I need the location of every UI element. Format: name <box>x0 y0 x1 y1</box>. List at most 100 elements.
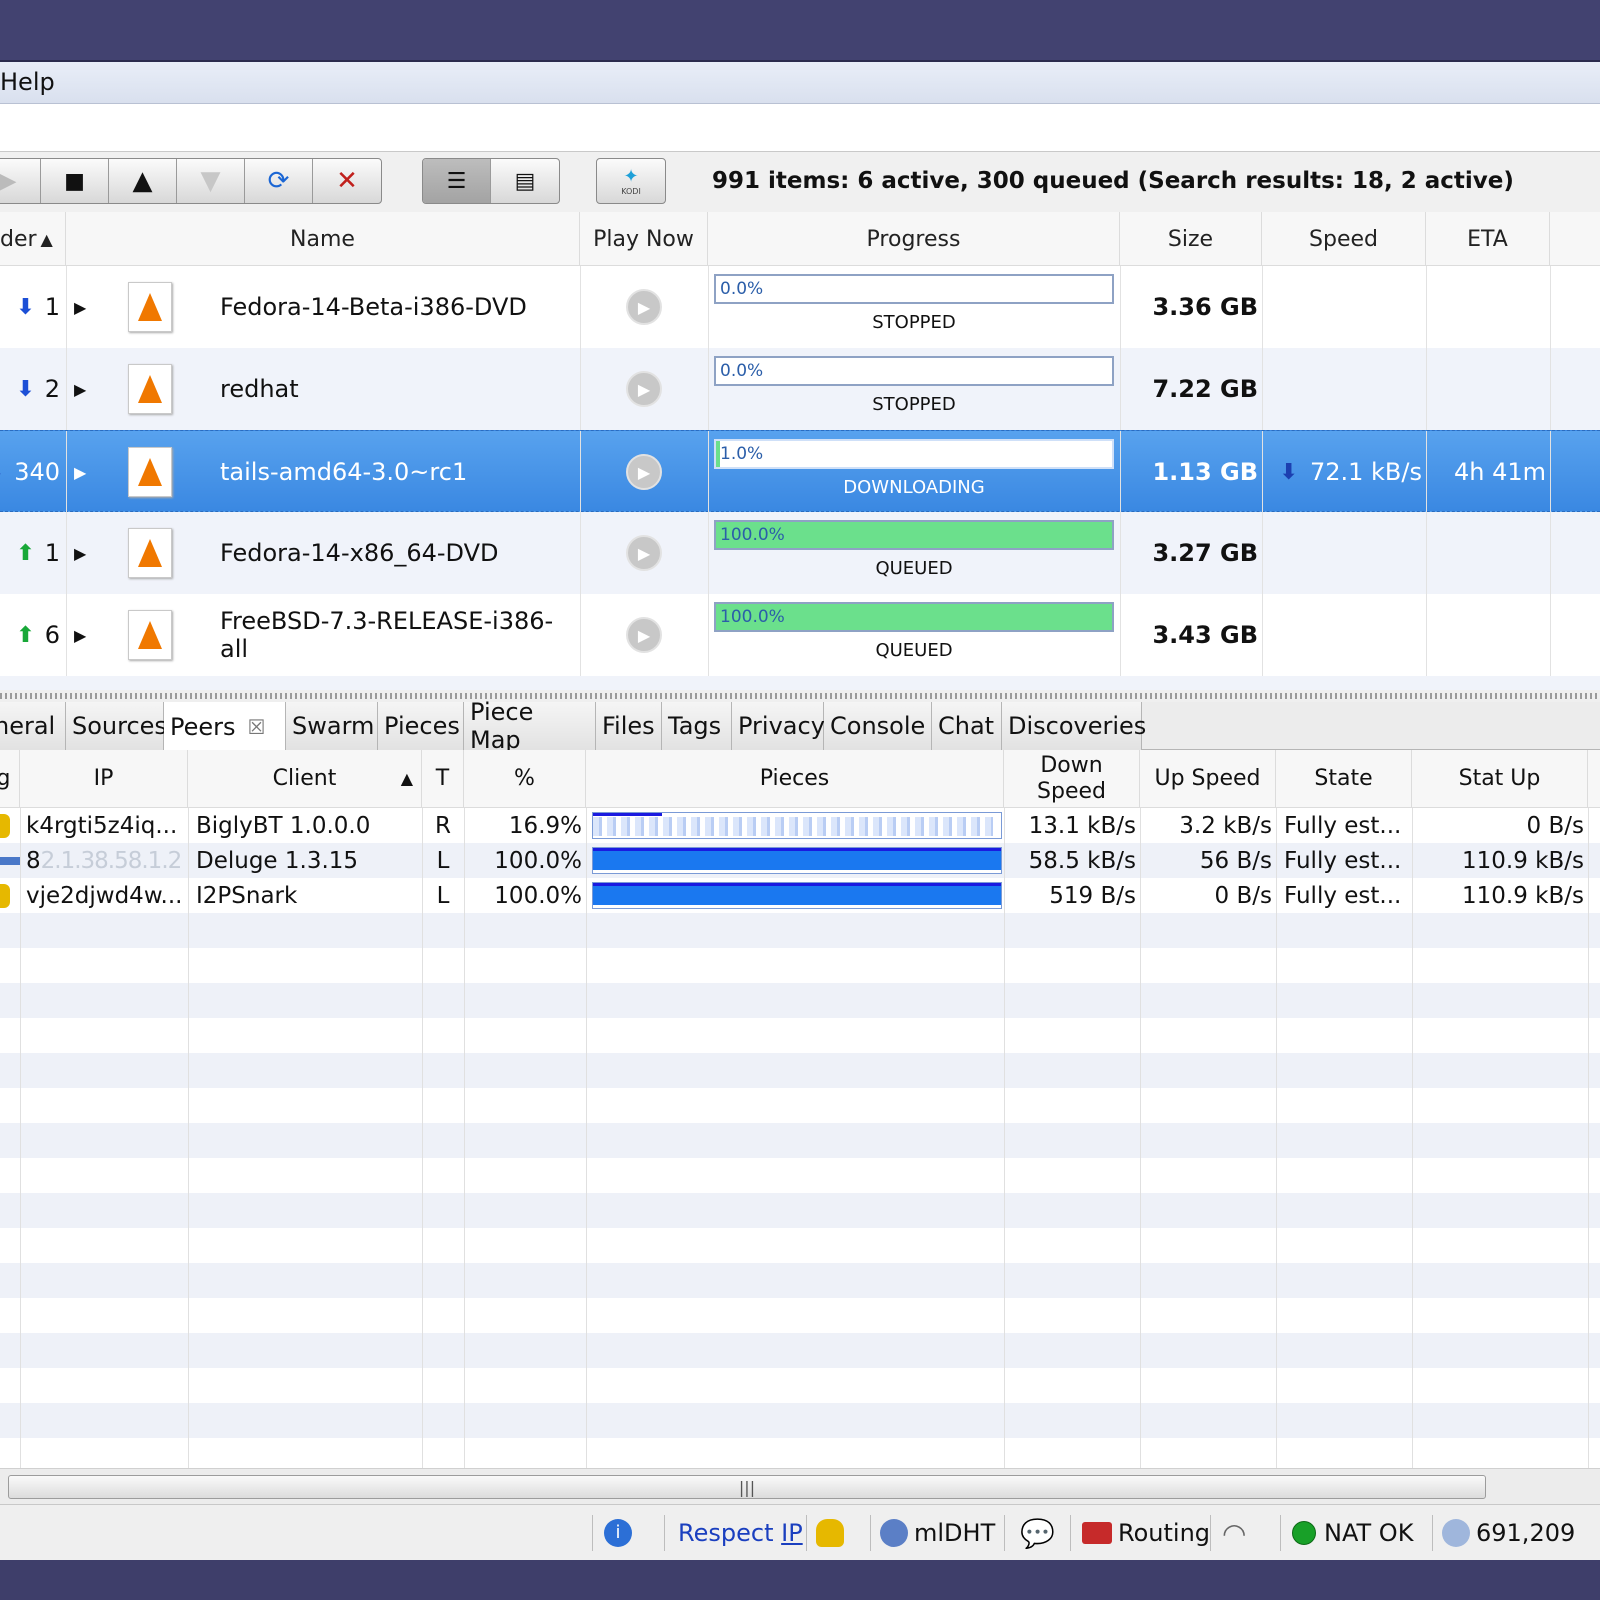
order-cell: ⬆ 6 <box>10 594 60 676</box>
torrent-row[interactable]: ⬇ 2 ▶ redhat ▶ 0.0% STOPPED 7.22 GB <box>0 348 1600 430</box>
empty-row <box>0 1018 1600 1053</box>
chat-status[interactable]: 💬 <box>1020 1505 1055 1561</box>
play-icon: ▶ <box>0 166 17 196</box>
play-now-button[interactable]: ▶ <box>580 266 708 348</box>
peer-down-speed: 58.5 kB/s <box>1004 843 1136 878</box>
torrent-row[interactable]: ⬆ 6 ▶ FreeBSD-7.3-RELEASE-i386-all ▶ 100.0% QU… <box>0 594 1600 676</box>
vlc-file-icon <box>128 364 172 414</box>
cone-icon <box>138 539 162 567</box>
speed-cell <box>1262 512 1422 594</box>
tab-privacy[interactable]: Privacy <box>732 702 825 750</box>
col-play-now[interactable]: Play Now <box>580 212 708 266</box>
dht-status[interactable]: mlDHT <box>880 1505 995 1561</box>
expand-toggle[interactable]: ▶ <box>74 512 94 594</box>
col-state[interactable]: State <box>1276 750 1412 808</box>
tab-pieces[interactable]: Pieces <box>378 702 464 750</box>
respect-ip-link[interactable]: Respect IP <box>678 1505 803 1561</box>
close-icon: ✕ <box>336 166 358 196</box>
col-type[interactable]: T <box>422 750 464 808</box>
expand-toggle[interactable]: ▶ <box>74 266 94 348</box>
status-divider <box>1210 1515 1211 1551</box>
close-tab-icon[interactable]: ☒ <box>248 715 266 739</box>
refresh-button[interactable]: ⟳ <box>245 159 313 203</box>
detailed-view-button[interactable]: ☰ <box>423 159 491 203</box>
play-now-button[interactable]: ▶ <box>580 348 708 430</box>
move-up-button[interactable]: ▲ <box>109 159 177 203</box>
empty-row <box>0 1333 1600 1368</box>
play-now-button[interactable]: ▶ <box>580 431 708 513</box>
col-up-speed[interactable]: Up Speed <box>1140 750 1276 808</box>
col-percent[interactable]: % <box>464 750 586 808</box>
col-stat-up[interactable]: Stat Up <box>1412 750 1588 808</box>
transfer-button-group: ▶ ■ ▲ ▼ ⟳ ✕ <box>0 158 382 204</box>
col-name[interactable]: Name <box>66 212 580 266</box>
expand-toggle[interactable]: ▶ <box>74 431 94 513</box>
tab-console[interactable]: Console <box>824 702 932 750</box>
i2p-status[interactable] <box>816 1505 850 1561</box>
torrent-row-partial[interactable] <box>0 676 1600 690</box>
remove-button[interactable]: ✕ <box>313 159 381 203</box>
col-speed-label: Speed <box>1309 226 1378 252</box>
torrent-row[interactable]: ⬇ 340 ▶ tails-amd64-3.0~rc1 ▶ 1.0% DOWNLOADING… <box>0 430 1600 513</box>
order-value: 340 <box>14 458 60 486</box>
tab-general[interactable]: neral <box>0 702 66 750</box>
torrent-row[interactable]: ⬆ 1 ▶ Fedora-14-x86_64-DVD ▶ 100.0% QUEUED 3.27… <box>0 512 1600 594</box>
play-button[interactable]: ▶ <box>0 159 41 203</box>
stop-button[interactable]: ■ <box>41 159 109 203</box>
expand-toggle[interactable]: ▶ <box>74 348 94 430</box>
tab-peers[interactable]: Peers ☒ <box>164 702 286 751</box>
move-down-button[interactable]: ▼ <box>177 159 245 203</box>
tab-sources[interactable]: Sources <box>66 702 167 750</box>
search-row[interactable] <box>0 104 1600 152</box>
col-progress[interactable]: Progress <box>708 212 1120 266</box>
progress-text: 0.0% <box>720 361 764 381</box>
play-now-button[interactable]: ▶ <box>580 594 708 676</box>
peer-stat-up: 110.9 kB/s <box>1412 843 1584 878</box>
col-divider <box>20 808 21 1468</box>
file-type-icon-cell <box>128 266 178 348</box>
col-up-speed-label: Up Speed <box>1154 766 1261 791</box>
menu-help[interactable]: Help <box>0 68 55 96</box>
torrent-row[interactable]: ⬇ 1 ▶ Fedora-14-Beta-i386-DVD ▶ 0.0% STOPPED 3.… <box>0 266 1600 348</box>
progress-text: 1.0% <box>720 444 764 464</box>
col-client[interactable]: Client ▲ <box>188 750 422 808</box>
play-now-button[interactable]: ▶ <box>580 512 708 594</box>
peer-up-speed-value: 0 B/s <box>1214 882 1272 909</box>
pieces-fill <box>593 886 1001 905</box>
col-speed[interactable]: Speed <box>1262 212 1426 266</box>
tab-piece-map[interactable]: Piece Map <box>464 698 596 754</box>
wifi-status[interactable]: ◠ <box>1222 1505 1246 1561</box>
sort-asc-icon: ▲ <box>400 769 413 788</box>
info-status[interactable]: i <box>604 1505 638 1561</box>
peer-row[interactable]: vje2djwd4w... I2PSnark L 100.0% 519 B/s 0 B/s… <box>0 878 1600 913</box>
simple-list-icon: ▤ <box>514 168 536 194</box>
col-down-speed[interactable]: Down Speed <box>1004 750 1140 808</box>
col-order[interactable]: der ▲ <box>0 212 66 266</box>
order-value: 1 <box>44 539 60 567</box>
tab-chat[interactable]: Chat <box>932 702 1002 750</box>
horizontal-scrollbar[interactable]: ||| <box>0 1468 1600 1504</box>
col-size[interactable]: Size <box>1120 212 1262 266</box>
col-flag[interactable]: g <box>0 750 20 808</box>
col-eta[interactable]: ETA <box>1426 212 1550 266</box>
col-pieces[interactable]: Pieces <box>586 750 1004 808</box>
simple-view-button[interactable]: ▤ <box>491 159 559 203</box>
tab-tags[interactable]: Tags <box>662 702 732 750</box>
tab-files[interactable]: Files <box>596 702 662 750</box>
kodi-button[interactable]: ✦ KODI <box>597 159 665 203</box>
scrollbar-thumb[interactable]: ||| <box>8 1475 1486 1499</box>
peer-row[interactable]: k4rgti5z4iq... BiglyBT 1.0.0.0 R 16.9% 13.1 … <box>0 808 1600 843</box>
pane-splitter[interactable] <box>0 690 1600 702</box>
tab-discoveries[interactable]: Discoveries <box>1002 702 1146 750</box>
expand-toggle[interactable]: ▶ <box>74 594 94 676</box>
progress-text: 0.0% <box>720 279 764 299</box>
i2p-icon <box>816 1519 844 1547</box>
nat-status[interactable]: NAT OK <box>1292 1505 1413 1561</box>
tab-swarm[interactable]: Swarm <box>286 702 378 750</box>
users-status[interactable]: 691,209 <box>1442 1505 1575 1561</box>
peer-row[interactable]: 8 2.1.38.58.1.2 Deluge 1.3.15 L 100.0% 58.5 k… <box>0 843 1600 878</box>
routing-status[interactable]: Routing <box>1082 1505 1210 1561</box>
col-ip[interactable]: IP <box>20 750 188 808</box>
users-icon <box>1442 1519 1470 1547</box>
peer-pieces-bar <box>592 882 1002 909</box>
